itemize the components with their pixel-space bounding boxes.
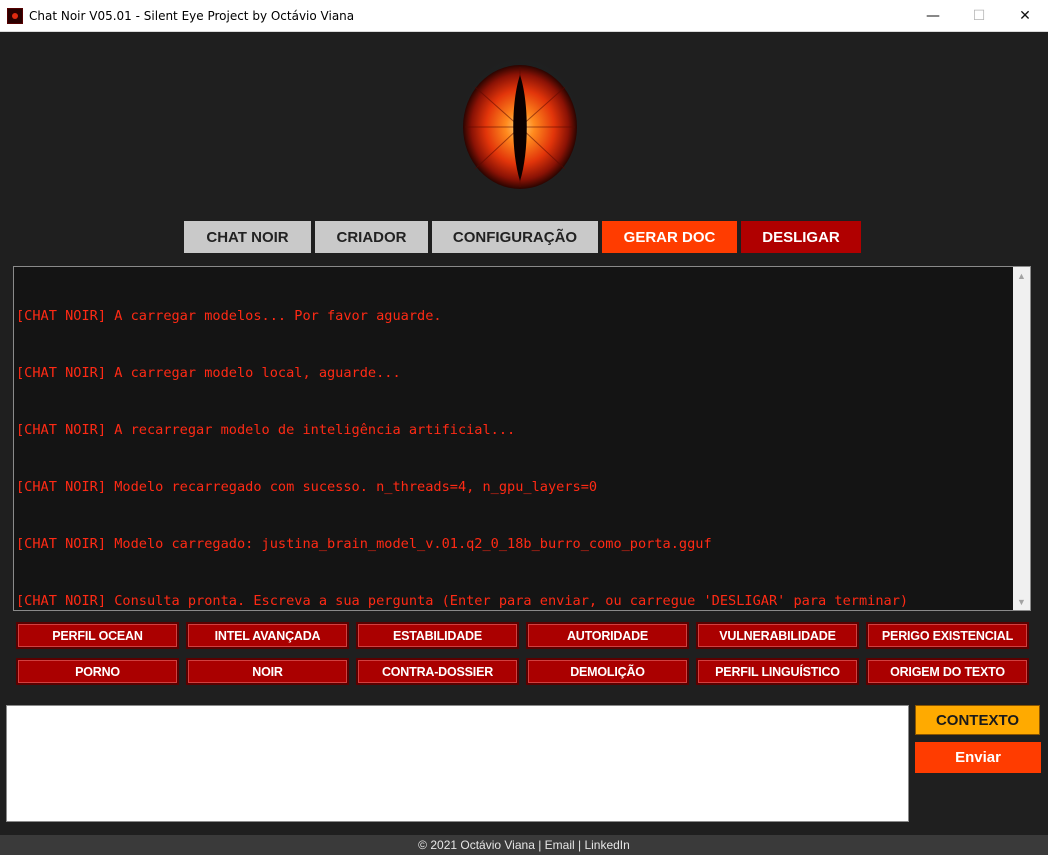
contra-dossier-button[interactable]: CONTRA-DOSSIER	[356, 658, 519, 685]
main-nav: CHAT NOIR CRIADOR CONFIGURAÇÃO GERAR DOC…	[0, 221, 1048, 253]
eye-logo-graphic	[458, 55, 582, 195]
perigo-existencial-button[interactable]: PERIGO EXISTENCIAL	[866, 622, 1029, 649]
app-icon	[7, 7, 23, 24]
console-line: [CHAT NOIR] Modelo carregado: justina_br…	[16, 536, 712, 552]
criador-button[interactable]: CRIADOR	[315, 221, 428, 253]
origem-do-texto-button[interactable]: ORIGEM DO TEXTO	[866, 658, 1029, 685]
console-line: [CHAT NOIR] A carregar modelo local, agu…	[16, 365, 401, 381]
console-line: [CHAT NOIR] Consulta pronta. Escreva a s…	[16, 593, 909, 609]
intel-avancada-button[interactable]: INTEL AVANÇADA	[186, 622, 349, 649]
window-title: Chat Noir V05.01 - Silent Eye Project by…	[29, 8, 355, 23]
window-controls: — ☐ ✕	[910, 0, 1048, 31]
desligar-button[interactable]: DESLIGAR	[741, 221, 861, 253]
perfil-ocean-button[interactable]: PERFIL OCEAN	[16, 622, 179, 649]
chat-output-lines: [CHAT NOIR] A carregar modelos... Por fa…	[16, 269, 1012, 649]
contexto-button[interactable]: CONTEXTO	[915, 705, 1040, 735]
chat-output[interactable]: [CHAT NOIR] A carregar modelos... Por fa…	[13, 266, 1031, 611]
close-button[interactable]: ✕	[1002, 0, 1048, 31]
minimize-button[interactable]: —	[910, 0, 956, 31]
porno-button[interactable]: PORNO	[16, 658, 179, 685]
maximize-button[interactable]: ☐	[956, 0, 1002, 31]
configuracao-button[interactable]: CONFIGURAÇÃO	[432, 221, 598, 253]
window-titlebar: Chat Noir V05.01 - Silent Eye Project by…	[0, 0, 1048, 32]
chat-noir-button[interactable]: CHAT NOIR	[184, 221, 311, 253]
enviar-button[interactable]: Enviar	[915, 742, 1041, 773]
message-input[interactable]	[6, 705, 909, 822]
vulnerabilidade-button[interactable]: VULNERABILIDADE	[696, 622, 859, 649]
vertical-scrollbar[interactable]: ▲ ▼	[1013, 267, 1030, 610]
estabilidade-button[interactable]: ESTABILIDADE	[356, 622, 519, 649]
footer: © 2021 Octávio Viana | Email | LinkedIn	[0, 835, 1048, 855]
footer-text: © 2021 Octávio Viana | Email | LinkedIn	[418, 838, 630, 852]
gerar-doc-button[interactable]: GERAR DOC	[602, 221, 737, 253]
quick-actions: PERFIL OCEAN INTEL AVANÇADA ESTABILIDADE…	[0, 622, 1048, 686]
scroll-down-icon[interactable]: ▼	[1013, 593, 1030, 610]
console-line: [CHAT NOIR] A recarregar modelo de intel…	[16, 422, 516, 438]
noir-button[interactable]: NOIR	[186, 658, 349, 685]
demolicao-button[interactable]: DEMOLIÇÃO	[526, 658, 689, 685]
autoridade-button[interactable]: AUTORIDADE	[526, 622, 689, 649]
console-line: [CHAT NOIR] Modelo recarregado com suces…	[16, 479, 598, 495]
eye-logo	[455, 47, 585, 197]
perfil-linguistico-button[interactable]: PERFIL LINGUÍSTICO	[696, 658, 859, 685]
scroll-up-icon[interactable]: ▲	[1013, 267, 1030, 284]
console-line: [CHAT NOIR] A carregar modelos... Por fa…	[16, 308, 442, 324]
